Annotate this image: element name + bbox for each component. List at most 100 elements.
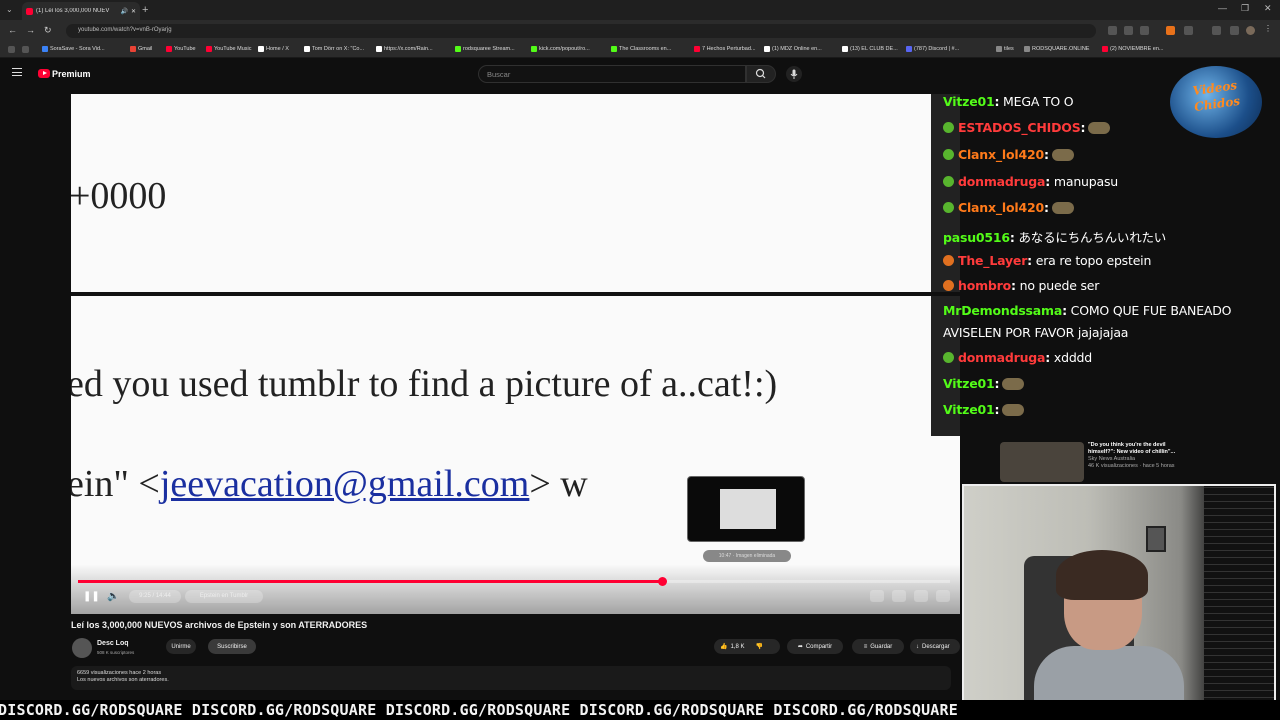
bookmark-star-icon[interactable] <box>1140 26 1149 35</box>
document-text-line: +0000 <box>71 175 167 217</box>
chat-username: Clanx_lol420 <box>958 147 1044 162</box>
description-box[interactable]: 6659 visualizaciones hace 2 horas Los nu… <box>71 666 951 690</box>
settings-gear-icon[interactable] <box>914 590 928 602</box>
bookmark-label: (2) NOVIEMBRE en... <box>1110 46 1164 52</box>
bookmark-item[interactable]: YouTube <box>166 46 196 52</box>
volume-icon[interactable]: 🔈 <box>107 591 119 602</box>
audio-icon[interactable]: 🔊 <box>120 8 127 15</box>
bookmark-label: (787) Discord | #... <box>914 46 960 52</box>
maximize-button[interactable]: ❐ <box>1241 3 1249 14</box>
bookmark-item[interactable]: YouTube Music <box>206 46 252 52</box>
voice-search-button[interactable] <box>786 66 802 82</box>
youtube-logo-icon[interactable] <box>38 69 50 78</box>
chat-separator: : <box>1080 120 1086 135</box>
download-icon[interactable] <box>1212 26 1221 35</box>
save-button[interactable]: ≡ Guardar <box>852 639 904 654</box>
bookmark-favicon-icon <box>206 46 212 52</box>
subtitles-button[interactable] <box>892 590 906 602</box>
chat-username: donmadruga <box>958 174 1046 189</box>
channel-name[interactable]: Desc Loq <box>97 640 129 647</box>
bookmark-item[interactable]: (1) MDZ Online en... <box>764 46 822 52</box>
bookmark-item[interactable]: (2) NOVIEMBRE en... <box>1102 46 1164 52</box>
url-field[interactable]: youtube.com/watch?v=vnB-rOyarjg <box>66 24 1096 38</box>
back-icon[interactable]: ← <box>8 25 17 35</box>
bookmark-label: Gmail <box>138 46 153 52</box>
pause-button[interactable]: ❚❚ <box>83 591 100 602</box>
bookmark-item[interactable]: SoraSave - Sora Vid... <box>42 46 105 52</box>
youtube-premium-label[interactable]: Premium <box>52 69 91 79</box>
chat-username: Clanx_lol420 <box>958 200 1044 215</box>
bookmark-item[interactable]: rodsquaree Stream... <box>455 46 515 52</box>
close-window-button[interactable]: ✕ <box>1264 3 1272 14</box>
bookmark-item[interactable]: Home / X <box>258 46 289 52</box>
chat-message: donmadruga: manupasu <box>943 174 1118 189</box>
extension-icon[interactable] <box>1108 26 1117 35</box>
extension-icon[interactable] <box>1124 26 1133 35</box>
join-button[interactable]: Unirme <box>166 639 196 654</box>
chat-emote-icon <box>1051 149 1074 161</box>
download-button[interactable]: ↓ Descargar <box>910 639 960 654</box>
menu-icon[interactable]: ⋮ <box>1264 24 1273 33</box>
video-player[interactable]: +0000 ed you used tumblr to find a pictu… <box>71 94 960 614</box>
profile-avatar[interactable] <box>1246 26 1255 35</box>
recommended-item[interactable]: "Do you think you're the devil himself?"… <box>1088 442 1188 470</box>
search-input[interactable]: Buscar <box>478 65 746 83</box>
hamburger-menu-icon[interactable] <box>12 68 22 76</box>
bookmark-label: https://x.com/Rain... <box>384 46 433 52</box>
bookmark-item[interactable]: 7 Hechos Perturbad... <box>694 46 756 52</box>
bookmark-favicon-icon <box>130 46 136 52</box>
ticker-text: DISCORD.GG/RODSQUARE DISCORD.GG/RODSQUAR… <box>0 701 958 719</box>
chat-separator: : <box>1043 147 1049 162</box>
bookmark-item[interactable]: (787) Discord | #... <box>906 46 959 52</box>
document-text-line: ed you used tumblr to find a picture of … <box>71 363 778 405</box>
share-button[interactable]: ➦ Compartir <box>787 639 843 654</box>
apps-icon[interactable] <box>8 46 15 53</box>
tab-title: (1) Leí los 3,000,000 NUEV <box>36 8 110 14</box>
bookmark-item[interactable]: The Classrooms en... <box>611 46 671 52</box>
bookmark-item[interactable]: https://x.com/Rain... <box>376 46 433 52</box>
chat-emote-icon <box>1051 202 1074 214</box>
apps-grid-icon[interactable] <box>22 46 29 53</box>
extension-icon[interactable] <box>1166 26 1175 35</box>
chat-message: Vitze01: MEGA TO O <box>943 94 1074 109</box>
bookmark-favicon-icon <box>611 46 617 52</box>
download-icon: ↓ <box>916 643 919 650</box>
minimize-button[interactable]: — <box>1218 3 1227 13</box>
chat-emote-icon <box>1088 122 1111 134</box>
microphone-icon <box>790 69 798 79</box>
channel-avatar[interactable] <box>72 638 92 658</box>
tab-close-icon[interactable]: ✕ <box>131 8 136 15</box>
tab-search-icon[interactable]: ⌄ <box>6 5 13 14</box>
search-button[interactable] <box>746 65 776 83</box>
progress-bar[interactable] <box>78 577 950 586</box>
subscribe-button[interactable]: Suscribirse <box>208 639 256 654</box>
recommended-title: "Do you think you're the devil himself?"… <box>1088 442 1176 455</box>
webcam-overlay <box>962 484 1276 706</box>
youtube-favicon-icon <box>26 7 33 15</box>
bookmark-label: YouTube Music <box>214 46 252 52</box>
email-link: jeevacation@gmail.com <box>159 463 530 505</box>
recommended-thumbnail[interactable] <box>1000 442 1084 482</box>
bookmark-item[interactable]: RODSQUARE.ONLINE <box>1024 46 1089 52</box>
like-button[interactable]: 👍 1,8 K 👎 <box>714 639 780 654</box>
chapter-button[interactable]: Epstein en Tumblr <box>185 590 263 603</box>
chat-text: era re topo epstein <box>1031 253 1152 268</box>
seek-preview-label: 10:47 · Imagen eliminada <box>703 550 791 562</box>
new-tab-button[interactable]: + <box>142 4 148 16</box>
bookmark-label: rodsquaree Stream... <box>463 46 515 52</box>
autoplay-toggle[interactable] <box>870 590 884 602</box>
extension-icon[interactable] <box>1230 26 1239 35</box>
bookmark-favicon-icon <box>531 46 537 52</box>
reload-icon[interactable]: ↻ <box>44 25 52 36</box>
browser-tab-active[interactable]: (1) Leí los 3,000,000 NUEV 🔊 ✕ <box>22 2 140 20</box>
bookmark-label: tiles <box>1004 46 1014 52</box>
forward-icon[interactable]: → <box>26 25 35 35</box>
thumbs-down-icon[interactable]: 👎 <box>756 643 763 650</box>
extension-icon[interactable] <box>1184 26 1193 35</box>
bookmark-item[interactable]: (13) EL CLUB DE... <box>842 46 898 52</box>
bookmark-item[interactable]: kick.com/popout/ro... <box>531 46 590 52</box>
bookmark-item[interactable]: Tom Dörr on X: "Co... <box>304 46 364 52</box>
miniplayer-button[interactable] <box>936 590 950 602</box>
bookmark-item[interactable]: Gmail <box>130 46 152 52</box>
bookmark-item[interactable]: tiles <box>996 46 1014 52</box>
